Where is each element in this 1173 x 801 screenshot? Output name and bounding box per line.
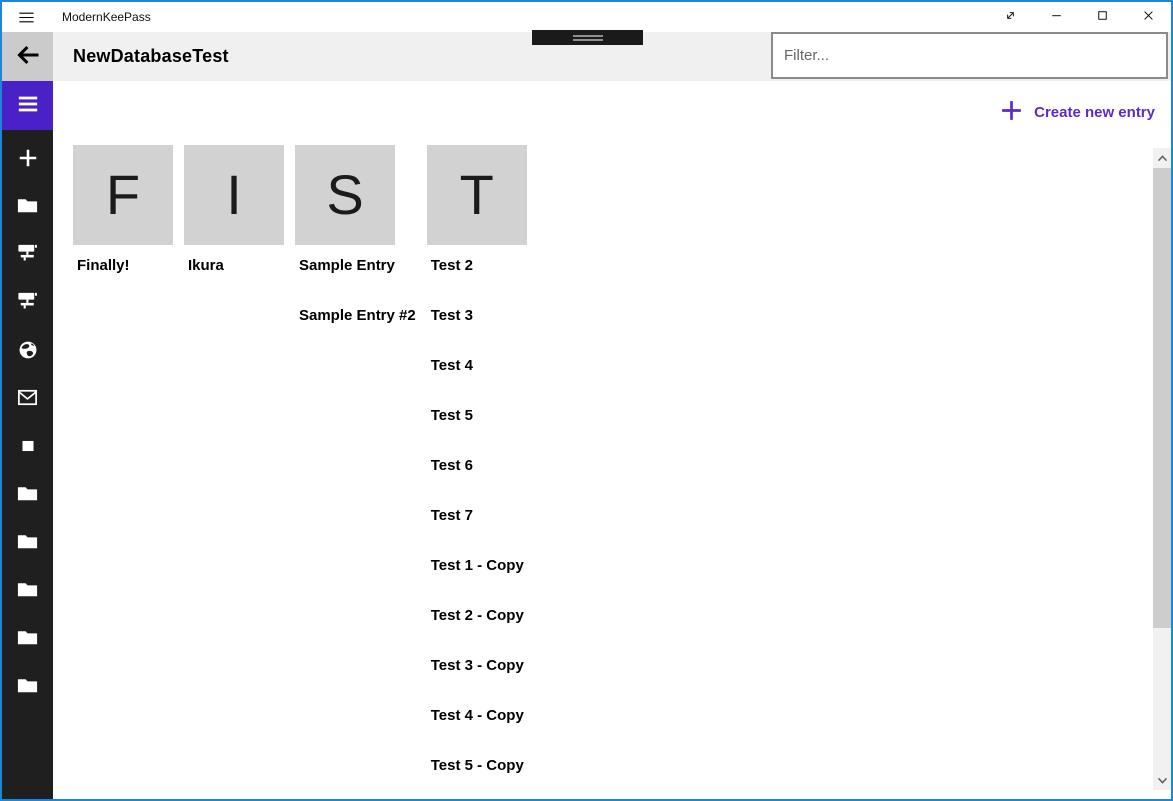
sidebar-items [2, 136, 53, 712]
entry-item[interactable]: Test 4 - Copy [427, 706, 527, 756]
sidebar-item-10-folder[interactable] [2, 616, 53, 664]
folder-icon [16, 626, 39, 654]
drag-handle[interactable] [532, 30, 643, 45]
sidebar-item-7-folder[interactable] [2, 472, 53, 520]
app-window: ModernKeePass NewDatabaseTest [0, 0, 1173, 801]
hamburger-icon[interactable] [17, 8, 36, 27]
sidebar-item-6-square[interactable] [2, 424, 53, 472]
window-controls [987, 2, 1171, 32]
entry-groups: F Finally! I Ikura S Sample EntrySample … [73, 145, 538, 799]
sidebar-item-5-mail[interactable] [2, 376, 53, 424]
fullscreen-icon [1002, 7, 1019, 27]
entry-item[interactable]: Finally! [73, 256, 173, 306]
entry-group: F Finally! [73, 145, 173, 306]
entry-item[interactable]: Test 1 - Copy [427, 556, 527, 606]
network-icon [16, 290, 39, 318]
group-entries: Sample EntrySample Entry #2 [295, 256, 416, 356]
page-title: NewDatabaseTest [73, 46, 229, 67]
close-button[interactable] [1125, 2, 1171, 32]
group-entries: Ikura [184, 256, 284, 306]
entry-item[interactable]: Sample Entry [295, 256, 416, 306]
folder-icon [16, 674, 39, 702]
sidebar-item-11-folder[interactable] [2, 664, 53, 712]
entry-item[interactable]: Sample Entry #2 [295, 306, 416, 356]
sidebar-item-9-folder[interactable] [2, 568, 53, 616]
entry-item[interactable]: Test 7 [427, 506, 527, 556]
titlebar: ModernKeePass [2, 2, 1171, 32]
nav-toggle-button[interactable] [2, 81, 53, 130]
back-arrow-icon [14, 41, 42, 72]
minimize-icon [1048, 7, 1065, 27]
entry-item[interactable]: Test 4 [427, 356, 527, 406]
entry-group: I Ikura [184, 145, 284, 306]
scroll-down-icon[interactable] [1153, 771, 1171, 789]
group-entries: Test 2Test 3Test 4Test 5Test 6Test 7Test… [427, 256, 527, 799]
sidebar-item-8-folder[interactable] [2, 520, 53, 568]
main-content: Create new entry F Finally! I Ikura [53, 81, 1171, 799]
app-title: ModernKeePass [62, 10, 151, 24]
vertical-scrollbar[interactable] [1153, 148, 1171, 790]
group-tile[interactable]: S [295, 145, 395, 245]
sidebar-item-2-network[interactable] [2, 232, 53, 280]
drag-handle-line [573, 39, 603, 41]
group-letter: F [106, 167, 140, 223]
minimize-button[interactable] [1033, 2, 1079, 32]
entry-item[interactable]: Test 2 - Copy [427, 606, 527, 656]
group-tile[interactable]: I [184, 145, 284, 245]
group-tile[interactable]: T [427, 145, 527, 245]
group-letter: T [460, 167, 494, 223]
entry-item[interactable]: Test 3 - Copy [427, 656, 527, 706]
square-icon [17, 435, 39, 462]
network-icon [16, 242, 39, 270]
fullscreen-button[interactable] [987, 2, 1033, 32]
sidebar [2, 81, 53, 799]
entry-item[interactable]: Test 5 [427, 406, 527, 456]
create-new-entry-label: Create new entry [1034, 104, 1155, 121]
entry-item[interactable]: Ikura [184, 256, 284, 306]
folder-icon [16, 482, 39, 510]
folder-icon [16, 530, 39, 558]
group-entries: Finally! [73, 256, 173, 306]
close-icon [1140, 7, 1157, 27]
globe-icon [17, 339, 39, 366]
mail-icon [16, 386, 39, 414]
maximize-button[interactable] [1079, 2, 1125, 32]
folder-icon [16, 578, 39, 606]
back-button[interactable] [2, 32, 53, 81]
entry-item[interactable]: Test 2 [427, 256, 527, 306]
entry-item[interactable]: Test 3 [427, 306, 527, 356]
sidebar-item-3-network[interactable] [2, 280, 53, 328]
plus-icon [999, 98, 1024, 126]
entry-item[interactable]: Test 6 [427, 456, 527, 506]
folder-icon [16, 194, 39, 222]
scroll-up-icon[interactable] [1153, 149, 1171, 167]
group-letter: I [226, 167, 242, 223]
entry-group: T Test 2Test 3Test 4Test 5Test 6Test 7Te… [427, 145, 527, 799]
group-tile[interactable]: F [73, 145, 173, 245]
add-icon [17, 147, 39, 174]
scrollbar-thumb[interactable] [1153, 168, 1171, 628]
window-body: Create new entry F Finally! I Ikura [2, 81, 1171, 799]
drag-handle-line [573, 35, 603, 37]
sidebar-item-4-globe[interactable] [2, 328, 53, 376]
maximize-icon [1094, 7, 1111, 27]
entry-group: S Sample EntrySample Entry #2 [295, 145, 416, 356]
entry-item[interactable]: Test 5 - Copy [427, 756, 527, 799]
sidebar-item-0-add[interactable] [2, 136, 53, 184]
filter-input[interactable] [771, 32, 1168, 79]
sidebar-item-1-folder[interactable] [2, 184, 53, 232]
group-letter: S [326, 167, 363, 223]
hamburger-icon [17, 93, 39, 118]
create-new-entry-button[interactable]: Create new entry [999, 98, 1155, 126]
